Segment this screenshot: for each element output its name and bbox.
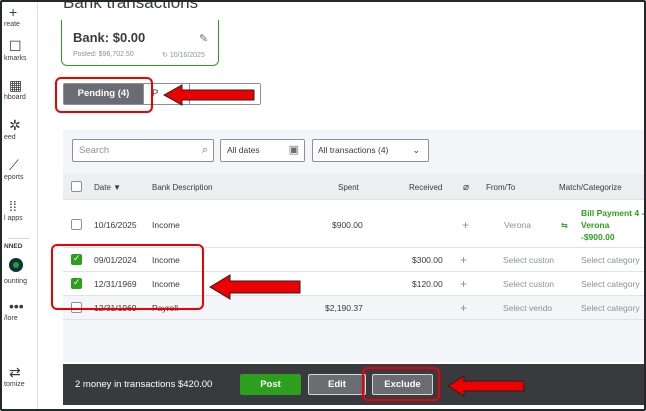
more-icon: ••• — [9, 298, 24, 314]
nav-item-reports[interactable]: ⟋ eports — [2, 157, 38, 182]
accounting-icon — [9, 258, 23, 272]
annotation-arrow-rows — [209, 274, 301, 300]
nav-item-feed[interactable]: ✲ eed — [2, 117, 38, 142]
attachment-icon: ⌀ — [463, 182, 470, 193]
batch-summary: 2 money in transactions $420.00 — [75, 379, 213, 390]
dashboard-icon: ▦ — [9, 77, 23, 93]
annotation-arrow-exclude — [447, 375, 525, 397]
pencil-icon[interactable]: ✎ — [199, 32, 208, 45]
bank-account-card[interactable]: Bank: $0.00 ✎ Posted: $96,702.50 ↻ 10/16… — [61, 20, 219, 66]
post-button[interactable]: Post — [240, 374, 301, 395]
transaction-type-select[interactable]: All transactions (4) ⌄ — [312, 139, 429, 162]
page-title: Bank transactions — [63, 0, 199, 12]
col-spent: Spent — [338, 183, 359, 192]
calendar-icon: ▣ — [288, 144, 299, 156]
col-match: Match/Categorize — [559, 183, 622, 192]
col-received: Received — [409, 183, 443, 192]
bookmark-icon: ☐ — [9, 38, 22, 54]
nav-item-apps[interactable]: ⁞⁞ l apps — [2, 198, 38, 223]
refresh-icon: ↻ — [162, 52, 170, 59]
add-attachment-icon[interactable]: + — [460, 277, 467, 291]
nav-item-dashboard[interactable]: ▦ hboard — [2, 77, 38, 102]
add-attachment-icon[interactable]: + — [460, 253, 467, 267]
search-input[interactable]: Search ⌕ — [72, 139, 214, 162]
main-content: Bank transactions Bank: $0.00 ✎ Posted: … — [39, 2, 644, 409]
search-icon: ⌕ — [201, 144, 208, 156]
highlight-pending-tab — [55, 77, 153, 113]
posted-balance: Posted: $96,702.50 — [73, 51, 134, 58]
nav-item-bookmarks[interactable]: ☐ kmarks — [2, 38, 38, 63]
highlight-checked-rows — [51, 244, 204, 310]
nav-item-accounting[interactable]: ounting — [2, 258, 38, 286]
add-attachment-icon[interactable]: + — [460, 301, 467, 315]
reports-icon: ⟋ — [9, 157, 19, 173]
highlight-exclude-button — [362, 367, 440, 401]
nav-divider — [8, 238, 30, 239]
select-all-checkbox[interactable] — [71, 181, 82, 192]
bank-balance: Bank: $0.00 — [73, 30, 146, 45]
date-filter[interactable]: All dates ▣ — [220, 139, 305, 162]
apps-icon: ⁞⁞ — [9, 198, 17, 214]
customize-icon: ⇄ — [9, 364, 21, 380]
edit-button[interactable]: Edit — [308, 374, 366, 395]
last-synced: ↻ 10/16/2025 — [162, 52, 205, 59]
table-row[interactable]: 10/16/2025 Income $900.00 + Verona ⇆ Bil… — [63, 200, 644, 248]
add-attachment-icon[interactable]: + — [462, 218, 469, 232]
col-date[interactable]: Date ▼ — [94, 183, 121, 192]
app-window: + reate ☐ kmarks ▦ hboard ✲ eed ⟋ eports… — [0, 0, 646, 411]
col-description: Bank Description — [152, 183, 213, 192]
nav-item-create[interactable]: + reate — [2, 4, 38, 29]
left-nav: + reate ☐ kmarks ▦ hboard ✲ eed ⟋ eports… — [2, 2, 38, 409]
chevron-down-icon: ⌄ — [412, 145, 420, 155]
match-link-icon: ⇆ — [561, 221, 568, 230]
row-checkbox[interactable] — [71, 219, 82, 230]
nav-section-pinned: NNED — [4, 243, 23, 250]
nav-item-more[interactable]: ••• /lore — [2, 298, 38, 323]
col-from-to: From/To — [486, 183, 516, 192]
annotation-arrow-tab — [162, 84, 255, 106]
create-icon: + — [9, 4, 18, 20]
feed-icon: ✲ — [9, 117, 21, 133]
nav-item-customize[interactable]: ⇄ tomize — [2, 364, 38, 389]
batch-action-bar: 2 money in transactions $420.00 Post Edi… — [63, 364, 644, 405]
table-header: Date ▼ Bank Description Spent Received ⌀… — [63, 174, 644, 200]
